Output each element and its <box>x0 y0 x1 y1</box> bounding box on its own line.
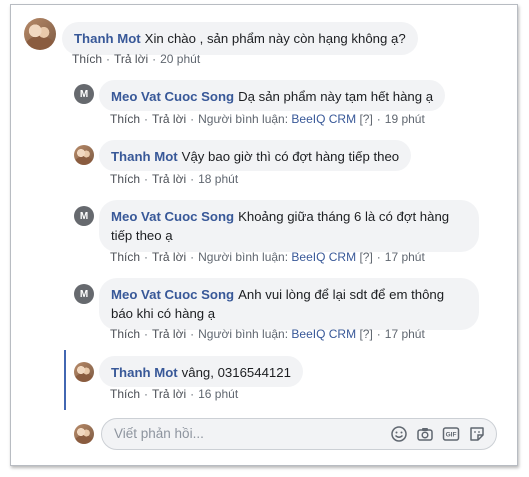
comment-text: Dạ sản phẩm này tạm hết hàng ạ <box>238 89 434 104</box>
reply-link[interactable]: Trả lời <box>152 387 186 401</box>
comment-bubble: Meo Vat Cuoc Song Dạ sản phẩm này tạm hết… <box>99 80 446 111</box>
comment-bubble: Meo Vat Cuoc Song Khoảng giữa tháng 6 là … <box>99 200 479 252</box>
comment-author[interactable]: Meo Vat Cuoc Song <box>111 89 234 104</box>
comment-text: Xin chào , sản phẩm này còn hạng không ạ… <box>144 31 406 46</box>
timestamp[interactable]: 20 phút <box>160 52 200 66</box>
like-link[interactable]: Thích <box>72 52 102 66</box>
avatar[interactable]: M <box>74 84 94 104</box>
comment-author[interactable]: Meo Vat Cuoc Song <box>111 209 234 224</box>
comment-author[interactable]: Thanh Mot <box>111 149 178 164</box>
reply-link[interactable]: Trả lời <box>152 172 186 186</box>
comment-actions: Thích · Trả lời · 18 phút <box>110 172 239 186</box>
avatar-letter: M <box>79 88 89 100</box>
timestamp[interactable]: 17 phút <box>385 250 425 264</box>
avatar[interactable] <box>74 362 94 382</box>
comment-actions: Thích · Trả lời · Người bình luận: BeeIQ CRM… <box>110 250 425 264</box>
avatar[interactable] <box>24 18 56 50</box>
crm-link[interactable]: BeeIQ CRM <box>291 112 356 126</box>
reply-input[interactable]: Viết phản hồi... GIF <box>101 418 497 450</box>
like-link[interactable]: Thích <box>110 172 140 186</box>
comment-bubble: Thanh Mot Vậy bao giờ thì có đợt hàng tiế… <box>99 140 412 171</box>
comment-bubble: Thanh Mot Xin chào , sản phẩm này còn hạn… <box>62 22 418 55</box>
commenter-label: Người bình luận: <box>198 327 292 341</box>
comment-actions: Thích · Trả lời · Người bình luận: BeeIQ CRM… <box>110 327 425 341</box>
help-flag[interactable]: [?] <box>359 327 372 341</box>
gif-label: GIF <box>446 432 457 439</box>
comment-bubble: Thanh Mot vâng, 0316544121 <box>99 356 303 387</box>
comment-text: Vậy bao giờ thì có đợt hàng tiếp theo <box>181 149 400 164</box>
camera-icon[interactable] <box>416 425 434 443</box>
reply-link[interactable]: Trả lời <box>152 112 186 126</box>
timestamp[interactable]: 16 phút <box>198 387 238 401</box>
timestamp[interactable]: 19 phút <box>385 112 425 126</box>
commenter-label: Người bình luận: <box>198 112 292 126</box>
comment-author[interactable]: Thanh Mot <box>111 365 178 380</box>
comment-actions: Thích · Trả lời · 16 phút <box>110 387 239 401</box>
sticker-icon[interactable] <box>468 425 486 443</box>
like-link[interactable]: Thích <box>110 112 140 126</box>
emoji-icon[interactable] <box>390 425 408 443</box>
like-link[interactable]: Thích <box>110 387 140 401</box>
avatar <box>74 424 94 444</box>
avatar[interactable]: M <box>74 284 94 304</box>
help-flag[interactable]: [?] <box>359 250 372 264</box>
crm-link[interactable]: BeeIQ CRM <box>291 250 356 264</box>
comment-actions: Thích · Trả lời · 20 phút <box>72 52 201 66</box>
help-flag[interactable]: [?] <box>359 112 372 126</box>
highlight-bar <box>64 350 66 410</box>
commenter-label: Người bình luận: <box>198 250 292 264</box>
timestamp[interactable]: 17 phút <box>385 327 425 341</box>
reply-placeholder: Viết phản hồi... <box>114 426 204 441</box>
comment-author[interactable]: Meo Vat Cuoc Song <box>111 287 234 302</box>
reply-link[interactable]: Trả lời <box>152 327 186 341</box>
avatar[interactable] <box>74 145 94 165</box>
comment-text: vâng, 0316544121 <box>181 365 291 380</box>
reply-link[interactable]: Trả lời <box>114 52 148 66</box>
timestamp[interactable]: 18 phút <box>198 172 238 186</box>
comment-bubble: Meo Vat Cuoc Song Anh vui lòng để lại sdt… <box>99 278 479 330</box>
avatar-letter: M <box>79 210 89 222</box>
avatar[interactable]: M <box>74 206 94 226</box>
like-link[interactable]: Thích <box>110 327 140 341</box>
avatar-letter: M <box>79 288 89 300</box>
comment-actions: Thích · Trả lời · Người bình luận: BeeIQ CRM… <box>110 112 425 126</box>
gif-icon[interactable]: GIF <box>442 425 460 443</box>
like-link[interactable]: Thích <box>110 250 140 264</box>
crm-link[interactable]: BeeIQ CRM <box>291 327 356 341</box>
comment-author[interactable]: Thanh Mot <box>74 31 141 46</box>
reply-link[interactable]: Trả lời <box>152 250 186 264</box>
